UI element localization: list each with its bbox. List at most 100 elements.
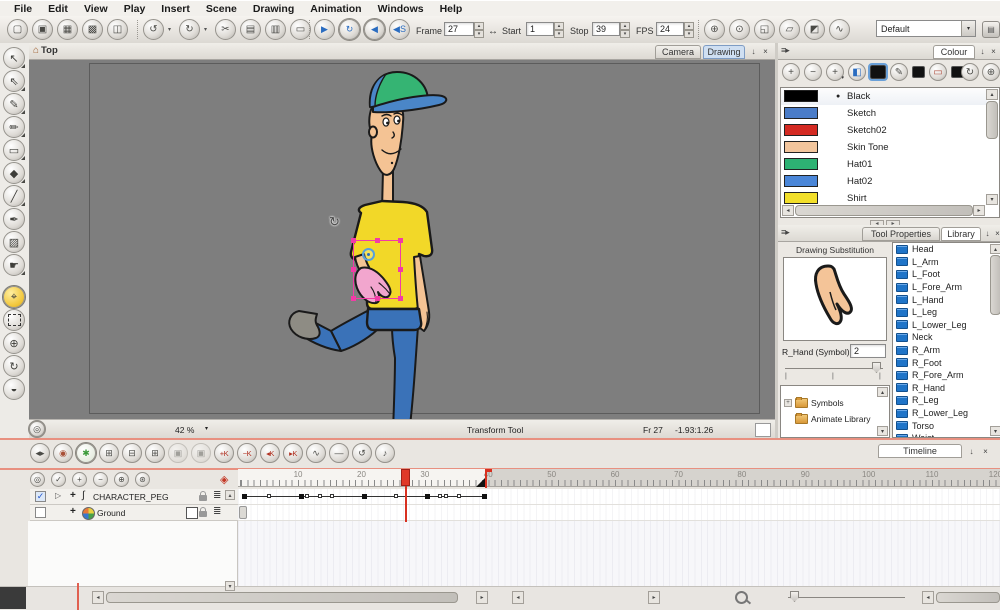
- layer-name[interactable]: Ground: [97, 508, 125, 518]
- colour-swatch-row[interactable]: ● Hat01: [781, 156, 987, 173]
- scroll-left-button[interactable]: ◂: [782, 205, 794, 216]
- timeline-hscrollbar-thumb[interactable]: [936, 592, 1000, 603]
- pencil-colour-button[interactable]: ✎: [890, 63, 908, 81]
- menu-item[interactable]: Scene: [198, 2, 245, 16]
- pencil-tool[interactable]: ✏: [3, 116, 25, 138]
- link-palette-button[interactable]: ↻: [961, 63, 979, 81]
- edit-gradient-tool[interactable]: ▨: [3, 231, 25, 253]
- transform-handle[interactable]: [375, 238, 380, 243]
- transform-handle[interactable]: [398, 267, 403, 272]
- vertical-scrollbar-thumb[interactable]: [986, 101, 998, 139]
- colour-swatch[interactable]: [784, 192, 818, 204]
- layer-colour-swatch[interactable]: [186, 507, 198, 519]
- drawing-substitution-preview[interactable]: [783, 257, 887, 341]
- horizontal-scrollbar-thumb[interactable]: [795, 205, 973, 216]
- keyframe-marker[interactable]: [438, 494, 442, 498]
- scale-button[interactable]: ◱: [754, 19, 775, 40]
- transform-handle[interactable]: [351, 267, 356, 272]
- library-item[interactable]: L_Hand: [893, 293, 1000, 306]
- translate-button[interactable]: ⊕: [704, 19, 725, 40]
- save-version-button[interactable]: ▩: [82, 19, 103, 40]
- substitution-value-input[interactable]: 2: [850, 344, 886, 358]
- select-tool[interactable]: ↖: [3, 47, 25, 69]
- menu-item[interactable]: Edit: [40, 2, 76, 16]
- brush-tool[interactable]: ✎: [3, 93, 25, 115]
- new-button[interactable]: ▢: [7, 19, 28, 40]
- colour-swatch[interactable]: [784, 124, 818, 136]
- show-side-panels-button[interactable]: ◂▸: [30, 443, 50, 463]
- remove-layer-button[interactable]: ⊟: [122, 443, 142, 463]
- skew-button[interactable]: ▱: [779, 19, 800, 40]
- library-item[interactable]: R_Arm: [893, 344, 1000, 357]
- add-colour-button[interactable]: +: [782, 63, 800, 81]
- loop-button[interactable]: ↻: [339, 19, 360, 40]
- remove-colour-button[interactable]: −: [804, 63, 822, 81]
- tab-tool-properties[interactable]: Tool Properties: [862, 227, 940, 241]
- scroll-right-button[interactable]: ▸: [476, 591, 488, 604]
- drawing-viewport[interactable]: ↻: [29, 60, 775, 419]
- scroll-down-button[interactable]: ▾: [986, 194, 998, 205]
- layer-flag-icon[interactable]: ▷: [55, 491, 61, 500]
- exposure-cell[interactable]: [239, 506, 247, 519]
- menu-item[interactable]: Animation: [302, 2, 369, 16]
- refresh-view-button[interactable]: ◎: [29, 421, 45, 437]
- tab-camera[interactable]: Camera: [655, 45, 701, 59]
- open-button[interactable]: ▣: [32, 19, 53, 40]
- clone-drawing-button[interactable]: ▣: [191, 443, 211, 463]
- duplicate-drawing-button[interactable]: ▣: [168, 443, 188, 463]
- frame-ruler[interactable]: 102030405060708090100110120: [238, 469, 1000, 487]
- keyframe-marker[interactable]: [394, 494, 398, 498]
- add-drawing-layer-button[interactable]: ⊞: [99, 443, 119, 463]
- track-empty-area[interactable]: [238, 521, 1000, 586]
- keyframe-marker[interactable]: [242, 494, 247, 499]
- paint-tool[interactable]: ◆: [3, 162, 25, 184]
- tree-item-animate-library[interactable]: Animate Library: [795, 414, 871, 424]
- library-item[interactable]: R_Leg: [893, 394, 1000, 407]
- zoom-dropdown-icon[interactable]: ▾: [205, 425, 208, 432]
- colour-swatch[interactable]: [784, 141, 818, 153]
- colour-swatch-row[interactable]: ● Sketch02: [781, 122, 987, 139]
- scroll-up-button[interactable]: ▴: [986, 89, 998, 100]
- scroll-left-button[interactable]: ◂: [922, 591, 934, 604]
- rotate-button[interactable]: ⊙: [729, 19, 750, 40]
- copy-button[interactable]: ▤: [240, 19, 261, 40]
- add-peg-button[interactable]: ⊞: [145, 443, 165, 463]
- transform-handle[interactable]: [351, 296, 356, 301]
- keyframe-marker[interactable]: [425, 494, 430, 499]
- add-layer-button[interactable]: +: [72, 472, 87, 487]
- panel-dock-icon[interactable]: ↓: [748, 46, 759, 57]
- scroll-right-button[interactable]: ▸: [648, 591, 660, 604]
- transform-handle[interactable]: [398, 296, 403, 301]
- panel-close-icon[interactable]: ×: [992, 228, 1000, 239]
- redo-button[interactable]: ↻: [179, 19, 200, 40]
- library-item[interactable]: R_Foot: [893, 356, 1000, 369]
- panel-close-icon[interactable]: ×: [760, 46, 771, 57]
- translate-anim-tool[interactable]: ⊕: [3, 332, 25, 354]
- layer-stack-icon[interactable]: ≣: [213, 490, 221, 501]
- eraser-colour-button[interactable]: ▭: [929, 63, 947, 81]
- scale-anim-tool[interactable]: ◒: [3, 378, 25, 400]
- new-palette-button[interactable]: ⊕: [982, 63, 1000, 81]
- start-spinner[interactable]: ▴▾: [554, 22, 564, 36]
- layer-enable-checkbox[interactable]: [35, 507, 46, 518]
- colour-swatch-row[interactable]: ● Black: [781, 88, 987, 105]
- colour-swatch-row[interactable]: ● Skin Tone: [781, 139, 987, 156]
- linear-ease-button[interactable]: —: [329, 443, 349, 463]
- transform-handle[interactable]: [375, 296, 380, 301]
- home-icon[interactable]: ⌂: [33, 45, 39, 56]
- onion-skin-button[interactable]: ◉: [53, 443, 73, 463]
- transform-handle[interactable]: [398, 238, 403, 243]
- library-item[interactable]: Torso: [893, 419, 1000, 432]
- timeline-hscrollbar-thumb[interactable]: [106, 592, 458, 603]
- tree-item-symbols[interactable]: + Symbols: [784, 398, 844, 408]
- keyframe-marker[interactable]: [299, 494, 304, 499]
- vertical-scrollbar-thumb[interactable]: [990, 255, 1000, 315]
- layer-scroll-down-button[interactable]: ▾: [225, 581, 235, 591]
- expand-icon[interactable]: +: [784, 399, 792, 407]
- enable-all-button[interactable]: ◎: [30, 472, 45, 487]
- dropper-tool[interactable]: ✒: [3, 208, 25, 230]
- stop-input[interactable]: 39: [592, 22, 620, 36]
- scroll-right-button[interactable]: ▸: [973, 205, 985, 216]
- scroll-down-button[interactable]: ▾: [990, 426, 1000, 436]
- zoom-level[interactable]: 42 %: [175, 425, 194, 435]
